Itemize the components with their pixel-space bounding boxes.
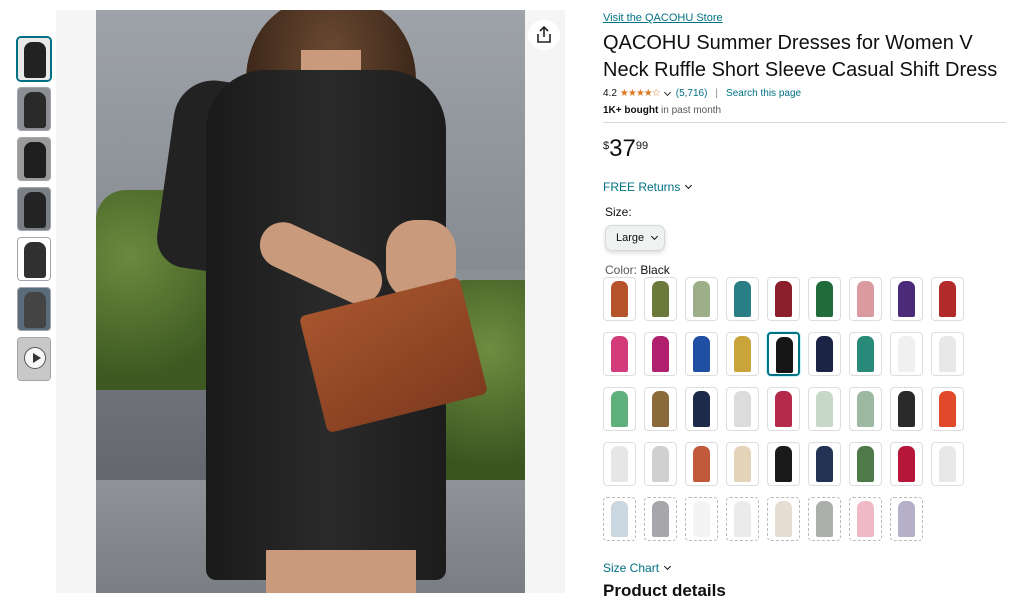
- color-swatch[interactable]: [767, 277, 800, 321]
- color-swatch[interactable]: [603, 277, 636, 321]
- star-rating-icon[interactable]: ★★★★☆: [620, 88, 661, 99]
- color-swatch[interactable]: [685, 332, 718, 376]
- color-swatch[interactable]: [726, 497, 759, 541]
- color-swatch[interactable]: [849, 332, 882, 376]
- color-swatch[interactable]: [808, 387, 841, 431]
- search-this-page-link[interactable]: Search this page: [726, 88, 801, 99]
- color-swatch[interactable]: [808, 442, 841, 486]
- color-swatch[interactable]: [767, 387, 800, 431]
- color-swatch[interactable]: [603, 442, 636, 486]
- rating-count-link[interactable]: (5,716): [676, 88, 708, 99]
- image-thumbnail[interactable]: [17, 237, 51, 281]
- price: $ 37 99: [603, 137, 1007, 161]
- image-thumbnail[interactable]: [17, 287, 51, 331]
- color-swatch[interactable]: [726, 442, 759, 486]
- chevron-down-icon: [663, 562, 672, 571]
- color-swatch[interactable]: [890, 332, 923, 376]
- color-swatch[interactable]: [931, 442, 964, 486]
- color-swatch[interactable]: [767, 332, 800, 376]
- color-swatch[interactable]: [644, 332, 677, 376]
- free-returns-link[interactable]: FREE Returns: [603, 180, 1007, 194]
- main-product-image[interactable]: [56, 10, 565, 593]
- product-photo: [96, 10, 525, 593]
- color-swatch[interactable]: [890, 277, 923, 321]
- color-swatch[interactable]: [767, 497, 800, 541]
- image-thumbnail[interactable]: [17, 87, 51, 131]
- color-swatch[interactable]: [808, 277, 841, 321]
- image-thumbnail[interactable]: [17, 187, 51, 231]
- size-dropdown[interactable]: Large: [605, 225, 665, 251]
- color-swatch[interactable]: [685, 277, 718, 321]
- color-swatch[interactable]: [644, 277, 677, 321]
- chevron-down-icon: [685, 181, 693, 190]
- rating-row: 4.2 ★★★★☆ (5,716) | Search this page: [603, 88, 1007, 99]
- color-swatch[interactable]: [890, 497, 923, 541]
- chevron-down-icon[interactable]: [663, 88, 671, 96]
- store-link[interactable]: Visit the QACOHU Store: [603, 12, 1007, 24]
- image-thumbnail[interactable]: [17, 137, 51, 181]
- product-info: Visit the QACOHU Store QACOHU Summer Dre…: [603, 12, 1007, 277]
- price-fraction: 99: [635, 140, 649, 152]
- color-swatch[interactable]: [849, 442, 882, 486]
- color-swatch[interactable]: [849, 387, 882, 431]
- price-whole: 37: [609, 135, 636, 162]
- color-swatch[interactable]: [644, 497, 677, 541]
- color-swatch[interactable]: [890, 387, 923, 431]
- product-title: QACOHU Summer Dresses for Women V Neck R…: [603, 32, 998, 81]
- color-swatch[interactable]: [603, 332, 636, 376]
- color-swatch[interactable]: [808, 332, 841, 376]
- rating-value: 4.2: [603, 88, 617, 99]
- color-swatch[interactable]: [603, 387, 636, 431]
- color-swatch[interactable]: [644, 442, 677, 486]
- divider-line: [603, 122, 1006, 123]
- color-swatch[interactable]: [890, 442, 923, 486]
- play-icon: [24, 347, 46, 369]
- size-label: Size:: [605, 205, 632, 219]
- color-swatch[interactable]: [685, 497, 718, 541]
- color-label: Color: Black: [605, 263, 670, 277]
- color-swatch[interactable]: [726, 387, 759, 431]
- bought-count: 1K+ bought in past month: [603, 105, 722, 116]
- color-swatch[interactable]: [931, 332, 964, 376]
- color-swatch[interactable]: [849, 497, 882, 541]
- color-swatch[interactable]: [849, 277, 882, 321]
- color-swatch[interactable]: [603, 497, 636, 541]
- size-chart-link[interactable]: Size Chart: [603, 561, 673, 575]
- color-swatch[interactable]: [767, 442, 800, 486]
- share-icon[interactable]: [528, 20, 560, 50]
- color-swatch[interactable]: [726, 332, 759, 376]
- color-swatch[interactable]: [685, 387, 718, 431]
- color-swatch[interactable]: [685, 442, 718, 486]
- divider: |: [715, 88, 719, 99]
- product-details-heading: Product details: [603, 581, 726, 600]
- image-thumbnail[interactable]: [17, 37, 51, 81]
- color-swatch[interactable]: [931, 387, 964, 431]
- video-thumbnail[interactable]: [17, 337, 51, 381]
- chevron-down-icon: [651, 232, 659, 241]
- color-swatch[interactable]: [931, 277, 964, 321]
- color-swatch[interactable]: [808, 497, 841, 541]
- color-swatch[interactable]: [644, 387, 677, 431]
- color-swatch[interactable]: [726, 277, 759, 321]
